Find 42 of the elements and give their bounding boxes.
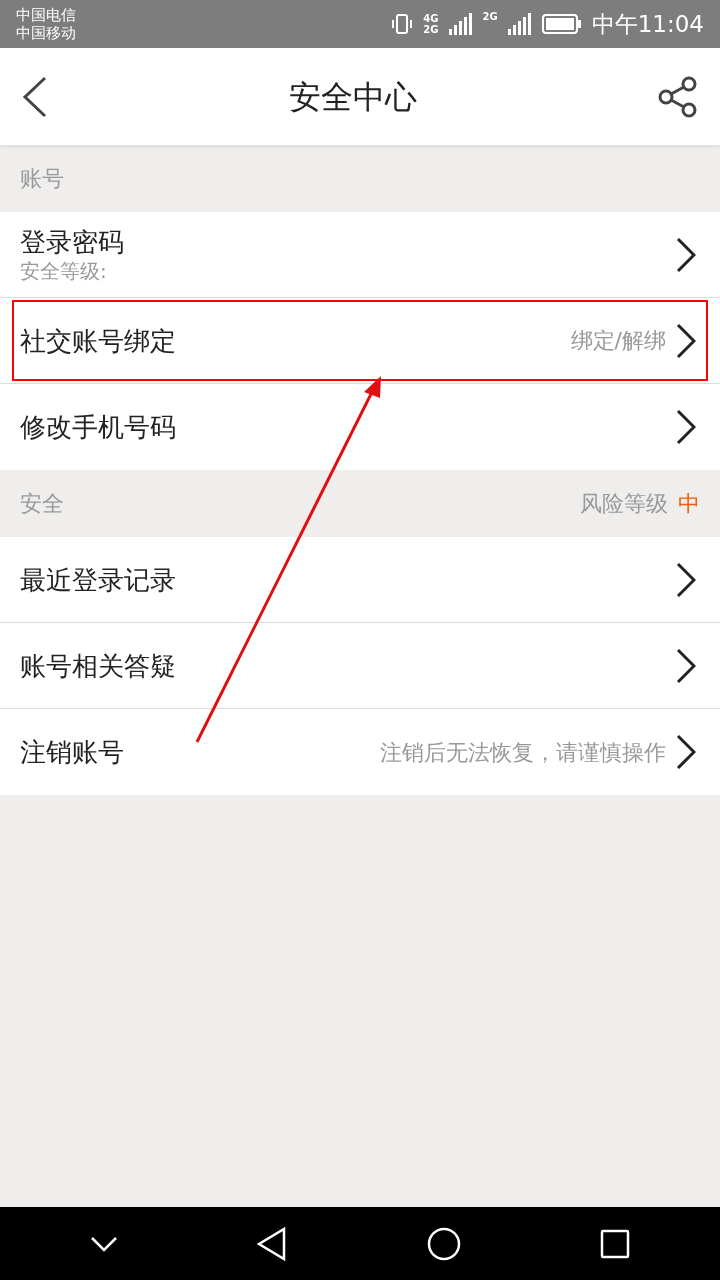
item-title: 修改手机号码 <box>20 411 176 443</box>
list-item[interactable]: 注销账号 注销后无法恢复，请谨慎操作 <box>0 709 720 795</box>
chevron-right-icon <box>676 734 696 770</box>
risk-label: 风险等级 <box>580 490 668 518</box>
item-title: 最近登录记录 <box>20 563 176 596</box>
signal-icon <box>448 13 473 35</box>
list-item[interactable]: 最近登录记录 <box>0 537 720 623</box>
item-title: 社交账号绑定 <box>20 324 176 357</box>
vibrate-icon <box>391 13 414 35</box>
battery-icon <box>541 13 582 35</box>
share-icon[interactable] <box>658 75 698 118</box>
item-subtitle: 安全等级: <box>20 257 108 284</box>
section-header: 账号 <box>20 165 64 193</box>
section-header: 安全 <box>20 490 64 518</box>
home-icon[interactable] <box>426 1226 461 1261</box>
chevron-right-icon <box>676 561 696 598</box>
carrier-name: 中国移动 <box>16 24 76 42</box>
item-title: 账号相关答疑 <box>20 649 176 682</box>
network-label: 4G <box>423 13 439 24</box>
item-title: 登录密码 <box>20 225 124 258</box>
chevron-down-icon[interactable] <box>89 1235 118 1252</box>
chevron-right-icon <box>676 409 696 445</box>
network-label: 2G <box>482 9 498 24</box>
list-item[interactable]: 登录密码 安全等级: <box>0 212 720 298</box>
list-item[interactable]: 社交账号绑定 绑定/解绑 <box>0 298 720 384</box>
recents-icon[interactable] <box>600 1228 631 1259</box>
chevron-right-icon <box>676 236 696 273</box>
risk-level: 中 <box>678 490 700 518</box>
chevron-right-icon <box>676 647 696 684</box>
item-title: 注销账号 <box>20 736 124 768</box>
signal-icon <box>507 13 532 35</box>
page-title: 安全中心 <box>288 76 418 118</box>
back-icon[interactable] <box>257 1226 288 1261</box>
network-label: 2G <box>423 24 439 35</box>
clock-time: 中午11:04 <box>591 9 704 39</box>
carrier-name: 中国电信 <box>16 6 76 24</box>
item-value: 注销后无法恢复，请谨慎操作 <box>380 738 666 767</box>
chevron-right-icon <box>676 322 696 359</box>
list-item[interactable]: 账号相关答疑 <box>0 623 720 709</box>
item-value: 绑定/解绑 <box>570 327 666 355</box>
list-item[interactable]: 修改手机号码 <box>0 384 720 470</box>
back-icon[interactable] <box>22 75 48 118</box>
